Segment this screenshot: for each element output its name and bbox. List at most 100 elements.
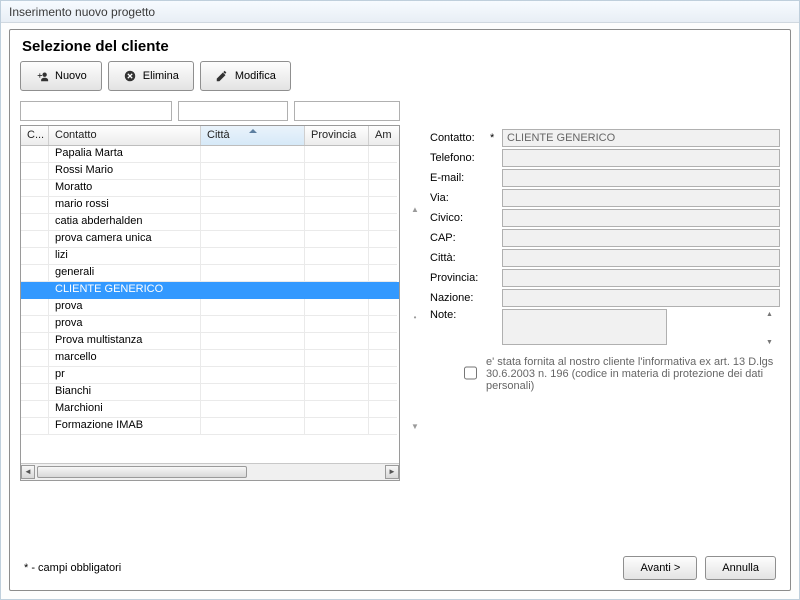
table-cell <box>201 316 305 333</box>
field-via[interactable] <box>502 189 780 207</box>
table-cell <box>369 384 397 401</box>
dialog-content: Selezione del cliente Nuovo Elimina Modi… <box>9 29 791 591</box>
filter-provincia[interactable] <box>294 101 400 121</box>
table-cell <box>21 299 49 316</box>
field-note[interactable] <box>502 309 667 345</box>
field-cap[interactable] <box>502 229 780 247</box>
window-title: Inserimento nuovo progetto <box>1 1 799 23</box>
scroll-left-icon[interactable]: ◄ <box>21 465 35 479</box>
col-codice[interactable]: C... <box>21 126 49 145</box>
table-cell <box>201 367 305 384</box>
table-cell <box>21 146 49 163</box>
table-row[interactable]: lizi <box>21 248 399 265</box>
table-row[interactable]: prova camera unica <box>21 231 399 248</box>
table-cell <box>369 418 397 435</box>
table-cell <box>21 265 49 282</box>
table-cell <box>305 197 369 214</box>
label-contatto: Contatto: <box>430 132 490 144</box>
col-citta[interactable]: Città <box>201 126 305 145</box>
consent-checkbox[interactable] <box>464 357 477 389</box>
client-grid[interactable]: C... Contatto Città Provincia Am Papalia… <box>20 125 400 481</box>
table-cell <box>21 316 49 333</box>
table-cell <box>21 197 49 214</box>
section-title: Selezione del cliente <box>22 38 780 55</box>
grid-hscrollbar[interactable]: ◄ ► <box>21 463 399 480</box>
cancel-button[interactable]: Annulla <box>705 556 776 580</box>
field-contatto[interactable] <box>502 129 780 147</box>
edit-icon <box>215 69 229 83</box>
table-cell <box>21 163 49 180</box>
table-cell <box>201 214 305 231</box>
field-citta[interactable] <box>502 249 780 267</box>
table-row[interactable]: prova <box>21 316 399 333</box>
table-row[interactable]: Formazione IMAB <box>21 418 399 435</box>
splitter-handle[interactable]: ▲•▼ <box>412 125 418 481</box>
col-ambiente[interactable]: Am <box>369 126 397 145</box>
table-row[interactable]: catia abderhalden <box>21 214 399 231</box>
table-row[interactable]: prova <box>21 299 399 316</box>
new-button-label: Nuovo <box>55 70 87 82</box>
field-nazione[interactable] <box>502 289 780 307</box>
table-cell <box>201 333 305 350</box>
add-user-icon <box>35 69 49 83</box>
table-cell <box>305 367 369 384</box>
table-cell: Marchioni <box>49 401 201 418</box>
new-button[interactable]: Nuovo <box>20 61 102 91</box>
table-row[interactable]: Rossi Mario <box>21 163 399 180</box>
scroll-right-icon[interactable]: ► <box>385 465 399 479</box>
filter-citta[interactable] <box>178 101 288 121</box>
table-cell <box>201 231 305 248</box>
scroll-thumb[interactable] <box>37 466 247 478</box>
field-provincia[interactable] <box>502 269 780 287</box>
table-cell <box>369 214 397 231</box>
table-row[interactable]: marcello <box>21 350 399 367</box>
table-cell <box>369 163 397 180</box>
table-cell <box>21 418 49 435</box>
note-spinner[interactable]: ▲▼ <box>766 311 778 346</box>
field-telefono[interactable] <box>502 149 780 167</box>
table-cell <box>369 231 397 248</box>
field-civico[interactable] <box>502 209 780 227</box>
cancel-button-label: Annulla <box>722 562 759 574</box>
table-cell <box>305 384 369 401</box>
delete-button-label: Elimina <box>143 70 179 82</box>
col-contatto[interactable]: Contatto <box>49 126 201 145</box>
table-cell <box>305 163 369 180</box>
table-cell <box>305 418 369 435</box>
table-cell <box>21 180 49 197</box>
table-row[interactable]: Marchioni <box>21 401 399 418</box>
table-cell <box>305 316 369 333</box>
label-telefono: Telefono: <box>430 152 490 164</box>
table-cell <box>305 180 369 197</box>
table-cell <box>305 333 369 350</box>
table-row[interactable]: Prova multistanza <box>21 333 399 350</box>
table-cell <box>369 146 397 163</box>
table-row[interactable]: Moratto <box>21 180 399 197</box>
table-cell: Rossi Mario <box>49 163 201 180</box>
grid-body[interactable]: Papalia MartaRossi MarioMorattomario ros… <box>21 146 399 463</box>
table-cell <box>201 418 305 435</box>
delete-button[interactable]: Elimina <box>108 61 194 91</box>
filter-contatto[interactable] <box>20 101 172 121</box>
table-cell: pr <box>49 367 201 384</box>
table-cell <box>369 265 397 282</box>
table-row[interactable]: Papalia Marta <box>21 146 399 163</box>
table-cell <box>201 299 305 316</box>
table-row[interactable]: generali <box>21 265 399 282</box>
next-button-label: Avanti > <box>640 562 680 574</box>
next-button[interactable]: Avanti > <box>623 556 697 580</box>
table-cell <box>201 163 305 180</box>
table-row[interactable]: mario rossi <box>21 197 399 214</box>
table-cell <box>21 401 49 418</box>
main-split: C... Contatto Città Provincia Am Papalia… <box>20 125 780 481</box>
table-cell <box>201 384 305 401</box>
edit-button[interactable]: Modifica <box>200 61 291 91</box>
field-email[interactable] <box>502 169 780 187</box>
table-row[interactable]: Bianchi <box>21 384 399 401</box>
table-row[interactable]: pr <box>21 367 399 384</box>
table-cell <box>201 146 305 163</box>
table-row[interactable]: CLIENTE GENERICO <box>21 282 399 299</box>
table-cell: Bianchi <box>49 384 201 401</box>
consent-row: e' stata fornita al nostro cliente l'inf… <box>430 356 780 392</box>
col-provincia[interactable]: Provincia <box>305 126 369 145</box>
